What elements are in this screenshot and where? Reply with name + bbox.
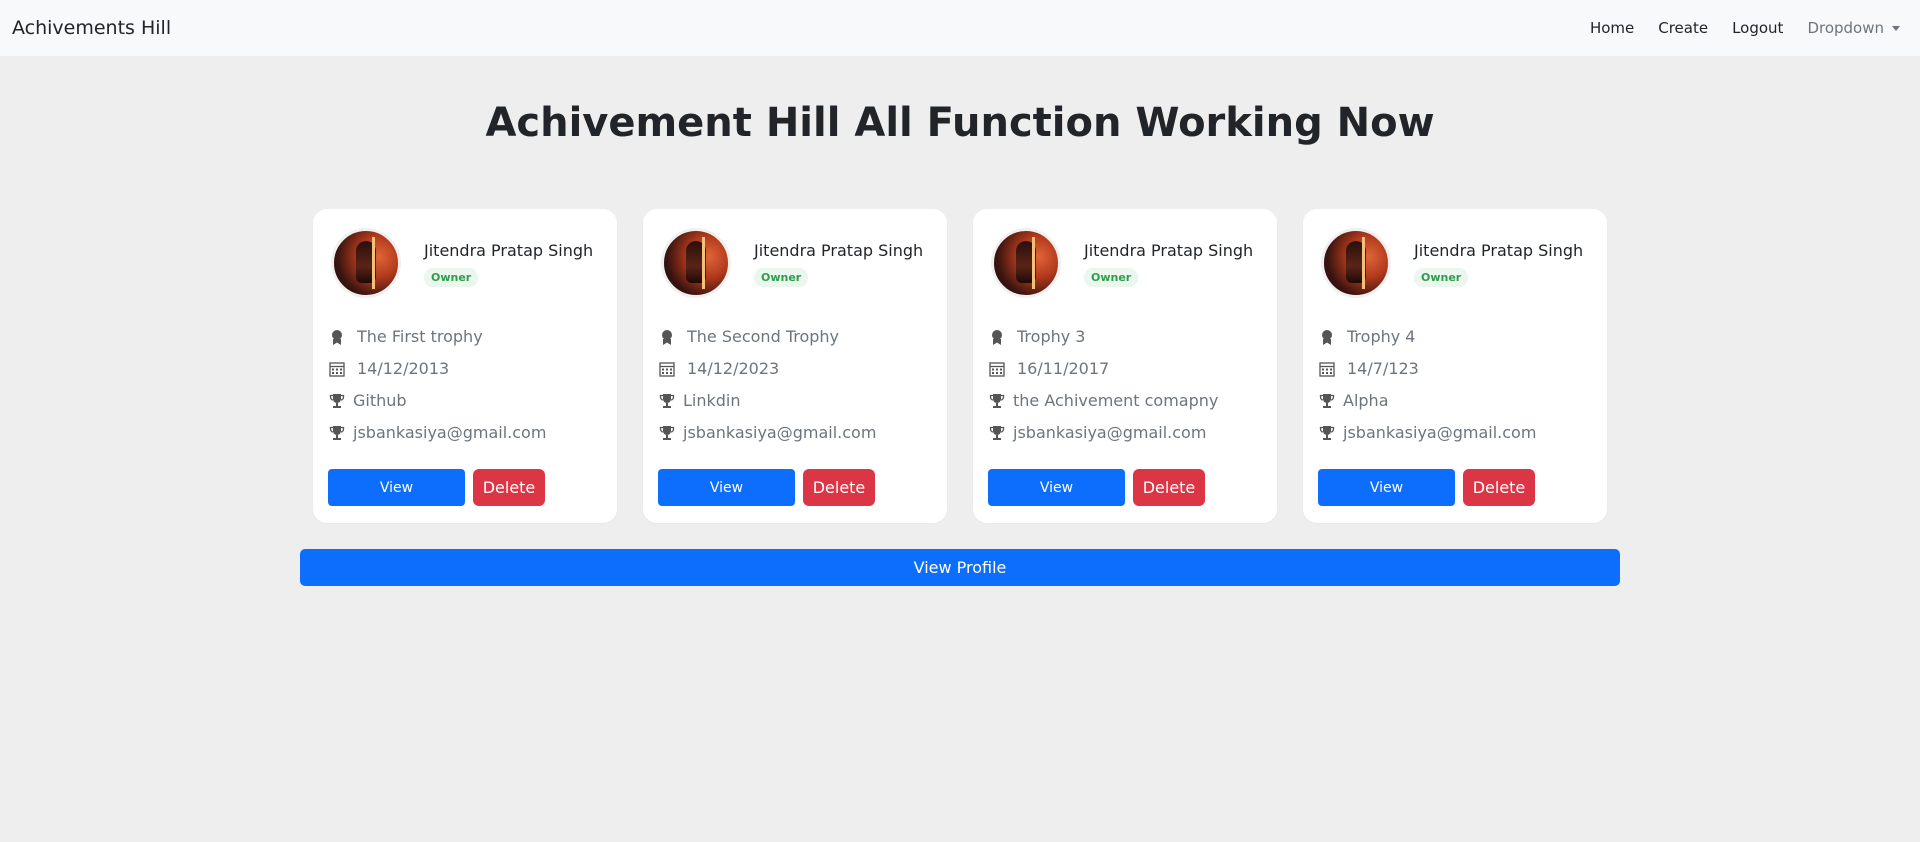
calendar-icon	[659, 361, 675, 377]
company-name: Github	[353, 391, 407, 410]
email-row: jsbankasiya@gmail.com	[1319, 423, 1536, 442]
cards-container: Jitendra Pratap Singh Owner The First tr…	[313, 209, 1607, 523]
view-button[interactable]: View	[328, 469, 465, 506]
view-button[interactable]: View	[658, 469, 795, 506]
trophy-name-row: Trophy 4	[1319, 327, 1415, 346]
company-name: the Achivement comapny	[1013, 391, 1219, 410]
award-icon	[329, 329, 345, 345]
company-name: Alpha	[1343, 391, 1389, 410]
trophy-name: Trophy 3	[1017, 327, 1086, 346]
delete-button[interactable]: Delete	[1463, 469, 1535, 506]
trophy-icon	[989, 393, 1005, 409]
owner-email: jsbankasiya@gmail.com	[1343, 423, 1537, 442]
trophy-name: The First trophy	[357, 327, 483, 346]
avatar	[661, 228, 731, 298]
trophy-icon	[989, 425, 1005, 441]
owner-email: jsbankasiya@gmail.com	[353, 423, 547, 442]
caret-down-icon	[1892, 25, 1900, 31]
achievement-card: Jitendra Pratap Singh Owner The First tr…	[313, 209, 617, 523]
calendar-icon	[989, 361, 1005, 377]
company-row: Alpha	[1319, 391, 1389, 410]
award-icon	[989, 329, 1005, 345]
achievement-card: Jitendra Pratap Singh Owner Trophy 4 14/…	[1303, 209, 1607, 523]
delete-button[interactable]: Delete	[473, 469, 545, 506]
email-row: jsbankasiya@gmail.com	[989, 423, 1206, 442]
trophy-name-row: Trophy 3	[989, 327, 1085, 346]
owner-badge: Owner	[1414, 268, 1469, 287]
company-row: Github	[329, 391, 407, 410]
owner-badge: Owner	[754, 268, 809, 287]
delete-button[interactable]: Delete	[1133, 469, 1205, 506]
owner-name: Jitendra Pratap Singh	[424, 241, 594, 260]
page-title: Achivement Hill All Function Working Now	[485, 100, 1435, 146]
nav-dropdown[interactable]: Dropdown	[1807, 19, 1900, 37]
trophy-name-row: The Second Trophy	[659, 327, 839, 346]
trophy-icon	[1319, 425, 1335, 441]
award-icon	[659, 329, 675, 345]
owner-badge: Owner	[424, 268, 479, 287]
owner-name: Jitendra Pratap Singh	[754, 241, 924, 260]
date-row: 14/12/2023	[659, 359, 779, 378]
view-profile-button[interactable]: View Profile	[300, 549, 1620, 586]
trophy-icon	[329, 393, 345, 409]
achievement-card: Jitendra Pratap Singh Owner Trophy 3 16/…	[973, 209, 1277, 523]
company-row: Linkdin	[659, 391, 741, 410]
owner-email: jsbankasiya@gmail.com	[683, 423, 877, 442]
calendar-icon	[329, 361, 345, 377]
nav-logout[interactable]: Logout	[1732, 19, 1783, 37]
avatar	[991, 228, 1061, 298]
trophy-name-row: The First trophy	[329, 327, 483, 346]
trophy-icon	[659, 393, 675, 409]
date-row: 14/7/123	[1319, 359, 1419, 378]
award-icon	[1319, 329, 1335, 345]
email-row: jsbankasiya@gmail.com	[659, 423, 876, 442]
trophy-date: 14/12/2013	[357, 359, 450, 378]
trophy-icon	[659, 425, 675, 441]
brand[interactable]: Achivements Hill	[12, 17, 171, 39]
nav-home[interactable]: Home	[1590, 19, 1634, 37]
company-name: Linkdin	[683, 391, 741, 410]
date-row: 16/11/2017	[989, 359, 1109, 378]
nav-links: Home Create Logout Dropdown	[1566, 19, 1900, 37]
achievement-card: Jitendra Pratap Singh Owner The Second T…	[643, 209, 947, 523]
view-button[interactable]: View	[988, 469, 1125, 506]
trophy-name: Trophy 4	[1347, 327, 1416, 346]
trophy-date: 16/11/2017	[1017, 359, 1110, 378]
owner-name: Jitendra Pratap Singh	[1084, 241, 1254, 260]
avatar	[1321, 228, 1391, 298]
owner-badge: Owner	[1084, 268, 1139, 287]
owner-email: jsbankasiya@gmail.com	[1013, 423, 1207, 442]
company-row: the Achivement comapny	[989, 391, 1218, 410]
owner-name: Jitendra Pratap Singh	[1414, 241, 1584, 260]
delete-button[interactable]: Delete	[803, 469, 875, 506]
calendar-icon	[1319, 361, 1335, 377]
view-button[interactable]: View	[1318, 469, 1455, 506]
trophy-date: 14/12/2023	[687, 359, 780, 378]
date-row: 14/12/2013	[329, 359, 449, 378]
trophy-date: 14/7/123	[1347, 359, 1419, 378]
navbar: Achivements Hill Home Create Logout Drop…	[0, 0, 1920, 56]
avatar	[331, 228, 401, 298]
dropdown-label: Dropdown	[1807, 19, 1884, 37]
nav-create[interactable]: Create	[1658, 19, 1708, 37]
trophy-icon	[1319, 393, 1335, 409]
trophy-icon	[329, 425, 345, 441]
trophy-name: The Second Trophy	[687, 327, 840, 346]
email-row: jsbankasiya@gmail.com	[329, 423, 546, 442]
